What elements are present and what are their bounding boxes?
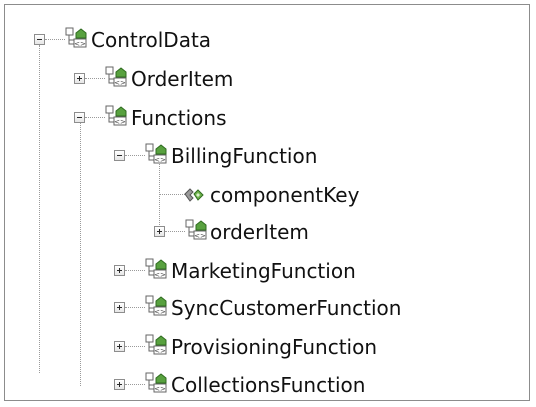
complex-element-icon: <> [145, 143, 167, 164]
tree-node-orderitem-child[interactable]: orderItem [210, 217, 309, 247]
tree-node-label: MarketingFunction [171, 259, 356, 283]
complex-element-icon: <> [185, 219, 207, 240]
complex-element-icon: <> [145, 372, 167, 393]
complex-element-icon: <> [105, 105, 127, 126]
expand-toggle[interactable] [114, 302, 125, 313]
svg-text:<>: <> [154, 156, 166, 164]
expand-toggle[interactable] [74, 73, 85, 84]
svg-text:<>: <> [74, 40, 86, 48]
xml-tree-panel: <> ControlData <> OrderItem <> Functions… [4, 4, 530, 401]
tree-connector-functions [80, 123, 81, 386]
tree-node-label: orderItem [210, 220, 309, 244]
tree-connector-h [125, 346, 145, 347]
complex-element-icon: <> [145, 334, 167, 355]
tree-connector-h [125, 270, 145, 271]
tree-node-collectionsfunction[interactable]: CollectionsFunction [171, 370, 365, 400]
svg-text:<>: <> [194, 232, 206, 240]
svg-text:<>: <> [154, 385, 166, 393]
tree-view: <> ControlData <> OrderItem <> Functions… [5, 5, 529, 400]
expand-toggle[interactable] [114, 341, 125, 352]
tree-connector-h [125, 155, 145, 156]
svg-text:<>: <> [114, 118, 126, 126]
tree-connector-h [165, 231, 185, 232]
tree-node-controldata[interactable]: ControlData [91, 25, 211, 55]
tree-node-label: ProvisioningFunction [171, 335, 378, 359]
tree-node-label: Functions [131, 106, 227, 130]
svg-text:<>: <> [154, 271, 166, 279]
tree-connector-h [45, 39, 65, 40]
tree-connector-billing [159, 161, 160, 231]
tree-node-billingfunction[interactable]: BillingFunction [171, 141, 317, 171]
svg-text:<>: <> [154, 347, 166, 355]
attribute-icon [184, 188, 204, 202]
tree-node-label: OrderItem [131, 67, 234, 91]
tree-node-componentkey[interactable]: componentKey [210, 180, 359, 210]
tree-connector-h [85, 117, 105, 118]
tree-node-label: BillingFunction [171, 144, 318, 168]
collapse-toggle[interactable] [74, 112, 85, 123]
tree-node-provisioningfunction[interactable]: ProvisioningFunction [171, 332, 377, 362]
tree-node-functions[interactable]: Functions [131, 103, 227, 133]
tree-connector-root [39, 45, 40, 373]
tree-connector-h [159, 194, 185, 195]
tree-connector-h [85, 78, 105, 79]
tree-node-label: ControlData [91, 28, 212, 52]
complex-element-icon: <> [65, 27, 87, 48]
tree-connector-h [125, 384, 145, 385]
complex-element-icon: <> [145, 295, 167, 316]
expand-toggle[interactable] [114, 265, 125, 276]
tree-node-marketingfunction[interactable]: MarketingFunction [171, 256, 356, 286]
tree-connector-h [125, 307, 145, 308]
tree-node-label: CollectionsFunction [171, 373, 366, 397]
svg-text:<>: <> [114, 79, 126, 87]
expand-toggle[interactable] [154, 226, 165, 237]
tree-node-label: SyncCustomerFunction [171, 296, 402, 320]
complex-element-icon: <> [145, 258, 167, 279]
expand-toggle[interactable] [114, 379, 125, 390]
tree-node-orderitem[interactable]: OrderItem [131, 64, 233, 94]
tree-node-synccustomerfunction[interactable]: SyncCustomerFunction [171, 293, 401, 323]
complex-element-icon: <> [105, 66, 127, 87]
tree-node-label: componentKey [210, 183, 360, 207]
collapse-toggle[interactable] [114, 150, 125, 161]
svg-text:<>: <> [154, 308, 166, 316]
collapse-toggle[interactable] [34, 34, 45, 45]
